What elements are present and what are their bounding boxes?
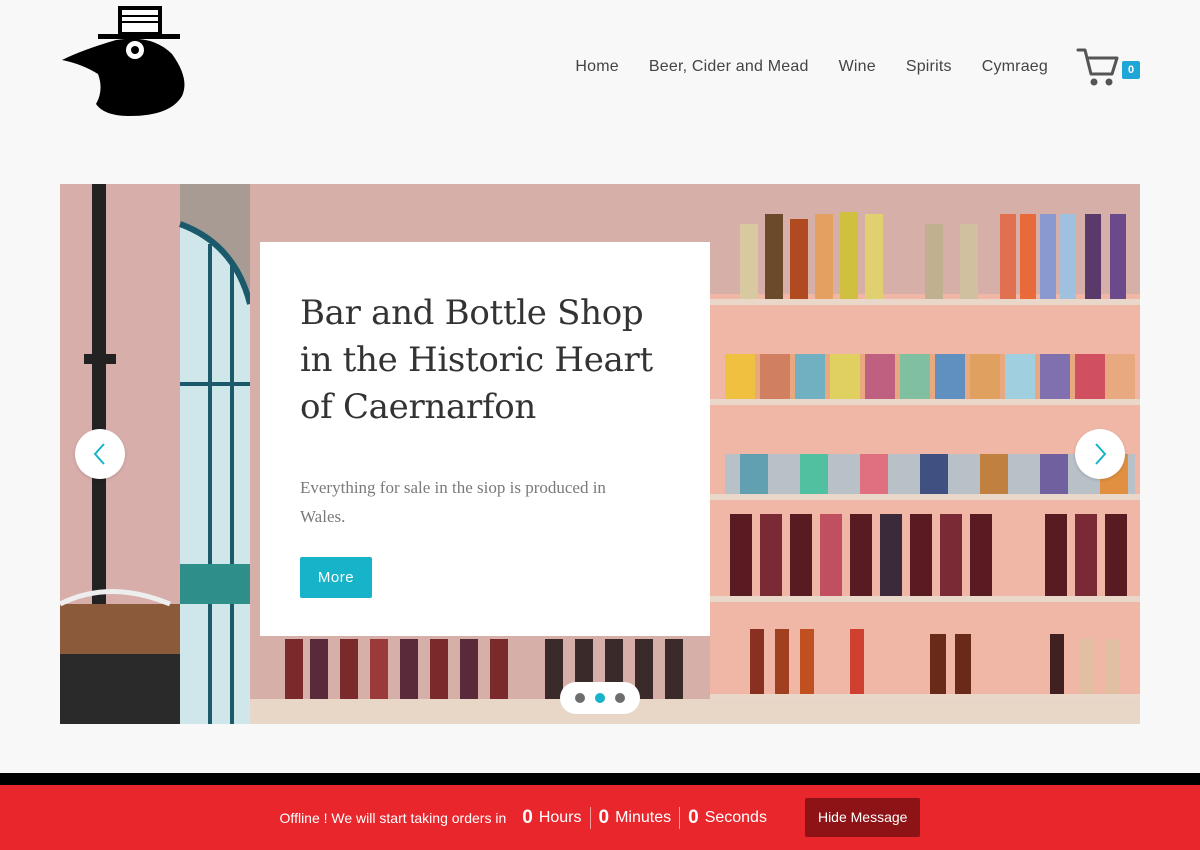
nav-cymraeg[interactable]: Cymraeg xyxy=(982,58,1048,76)
nav-wine[interactable]: Wine xyxy=(839,58,876,76)
shopping-cart-icon[interactable] xyxy=(1076,46,1120,88)
hours-label: Hours xyxy=(538,808,582,826)
slider-pagination xyxy=(560,682,640,714)
hide-message-button[interactable]: Hide Message xyxy=(804,798,921,837)
minutes-counter: 0 Minutes xyxy=(591,807,680,829)
chevron-left-icon xyxy=(93,443,105,465)
hours-counter: 0 Hours xyxy=(514,807,589,829)
slider-dot-1[interactable] xyxy=(575,693,585,703)
chevron-right-icon xyxy=(1095,443,1107,465)
main-nav: Home Beer, Cider and Mead Wine Spirits C… xyxy=(575,58,1048,76)
offline-notice-bar: Offline ! We will start taking orders in… xyxy=(0,785,1200,850)
more-button[interactable]: More xyxy=(300,557,372,598)
nav-beer-cider-mead[interactable]: Beer, Cider and Mead xyxy=(649,58,809,76)
seconds-label: Seconds xyxy=(704,808,767,826)
seconds-value: 0 xyxy=(688,806,699,828)
minutes-value: 0 xyxy=(598,806,610,828)
site-logo[interactable] xyxy=(60,4,188,120)
slide-title: Bar and Bottle Shop in the Historic Hear… xyxy=(300,293,653,427)
seconds-counter: 0 Seconds xyxy=(680,807,775,829)
slider-dot-3[interactable] xyxy=(615,693,625,703)
minutes-label: Minutes xyxy=(615,808,672,826)
slide-text: Everything for sale in the siop is produ… xyxy=(300,478,606,526)
slider-dot-2[interactable] xyxy=(595,693,605,703)
slider-next-button[interactable] xyxy=(1075,429,1125,479)
hero-slider: Bar and Bottle Shop in the Historic Hear… xyxy=(60,184,1140,724)
nav-home[interactable]: Home xyxy=(575,58,618,76)
nav-spirits[interactable]: Spirits xyxy=(906,58,952,76)
cart-count-badge: 0 xyxy=(1122,61,1140,79)
slider-prev-button[interactable] xyxy=(75,429,125,479)
footer-divider xyxy=(0,773,1200,785)
hours-value: 0 xyxy=(522,806,533,828)
slide-caption-card: Bar and Bottle Shop in the Historic Hear… xyxy=(260,242,710,636)
offline-message: Offline ! We will start taking orders in xyxy=(279,809,507,826)
